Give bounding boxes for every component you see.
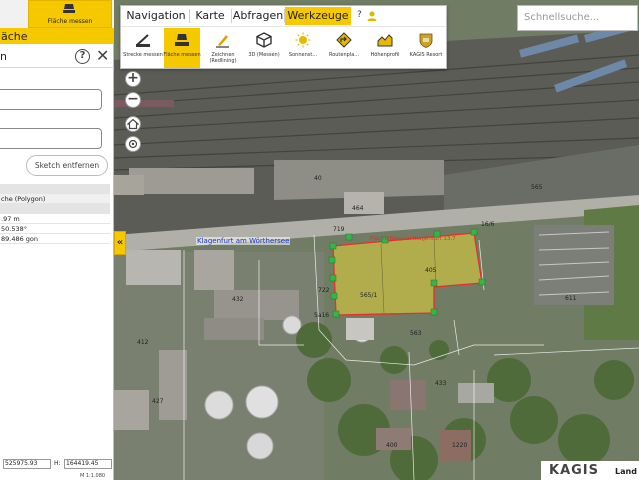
search-input[interactable]: Schnellsuche... (517, 5, 638, 31)
tool-label: Strecke messen (123, 52, 163, 58)
parcel-number: 427 (152, 398, 164, 405)
results-header (0, 184, 110, 194)
tool-label: Fläche messen (163, 52, 201, 58)
results-row: 89.486 gon (0, 234, 110, 244)
zoom-out-button[interactable]: − (125, 92, 141, 108)
parcel-number: 611 (565, 295, 577, 302)
panel-header: äche (0, 28, 114, 44)
h-label: H: (54, 460, 61, 467)
search-placeholder: Schnellsuche... (524, 12, 600, 23)
results-table: che (Polygon) .97 m 50.538° 89.486 gon (0, 184, 110, 244)
toolbar-tabs: Navigation Karte Abfragen Werkzeuge ? (121, 6, 446, 26)
tool-kagis-resort[interactable]: KAGIS Resort (408, 28, 444, 68)
area-icon (63, 4, 75, 13)
pencil-icon (216, 35, 229, 48)
panel-title: n (0, 50, 7, 63)
tab-label: Fläche messen (47, 18, 93, 25)
street-label: Klagenfurt am Wörthersee (196, 237, 291, 245)
parcel-number: 432 (232, 296, 244, 303)
parcel-number: 433 (435, 380, 447, 387)
tool-label: Höhenprofil (370, 52, 400, 58)
toolbar-tools: Strecke messen Fläche messen Zeichnen (R… (121, 26, 446, 69)
user-icon[interactable] (366, 10, 378, 22)
tool-3d-messen[interactable]: 3D (Messen) (246, 28, 282, 68)
tool-label: KAGIS Resort (409, 52, 443, 58)
tool-strecke-messen[interactable]: Strecke messen (123, 28, 163, 68)
measure-input-1[interactable] (0, 89, 102, 110)
cube-icon (256, 32, 272, 48)
x-coordinate: 525975.93 (3, 459, 51, 469)
zoom-in-button[interactable]: + (125, 71, 141, 87)
parcel-number: 464 (352, 205, 364, 212)
left-panel: Fläche messen äche n ? ✕ Sketch entferne… (0, 0, 114, 480)
parcel-number: 565 (531, 184, 543, 191)
panel-header-text: äche (1, 30, 28, 43)
logo-brand: KAGIS (549, 463, 600, 478)
tool-label: Sonnenst... (288, 52, 318, 58)
toolbar: Navigation Karte Abfragen Werkzeuge ? St… (120, 5, 447, 69)
area-icon (175, 34, 189, 46)
results-header (0, 204, 110, 214)
ruler-icon (136, 34, 150, 47)
panel-tab-bar: Fläche messen (0, 0, 114, 28)
tool-label: 3D (Messen) (248, 52, 280, 58)
tool-label: Routenpla... (328, 52, 360, 58)
kagis-logo: KAGIS Land (541, 461, 639, 480)
home-icon (126, 118, 140, 130)
tool-sonnenstand[interactable]: Sonnenst... (285, 28, 321, 68)
locate-button[interactable] (125, 136, 141, 152)
tool-flaeche-messen[interactable]: Fläche messen (163, 28, 201, 68)
tool-label: Zeichnen (Redlining) (209, 52, 237, 64)
logo-suffix: Land (615, 467, 637, 476)
measure-input-2[interactable] (0, 128, 102, 149)
scale-text: M 1:1.080 (80, 473, 106, 479)
help-icon[interactable]: ? (75, 49, 90, 64)
sun-icon (295, 32, 311, 48)
coordinate-bar: 525975.93 H: 164419.45 M 1:1.080 (0, 456, 114, 480)
parcel-number: 722 (318, 287, 330, 294)
panel-titlebar: n ? ✕ (0, 46, 114, 68)
parcel-number: 5a16 (314, 312, 330, 319)
parcel-number: 405 (425, 267, 437, 274)
tool-zeichnen[interactable]: Zeichnen (Redlining) (205, 28, 241, 68)
results-row: 50.538° (0, 224, 110, 234)
collapse-panel-button[interactable]: « (114, 231, 126, 255)
tab-abfragen[interactable]: Abfragen (232, 7, 284, 25)
remove-sketch-button[interactable]: Sketch entfernen (26, 155, 108, 176)
results-row: che (Polygon) (0, 194, 110, 204)
profile-icon (377, 34, 393, 47)
parcel-number: 565/1 (360, 292, 378, 299)
parcel-number: 16/6 (481, 221, 495, 228)
home-button[interactable] (125, 116, 141, 132)
parcel-number: 40 (314, 175, 322, 182)
tab-navigation[interactable]: Navigation (124, 7, 188, 25)
close-icon[interactable]: ✕ (96, 48, 109, 64)
route-icon (336, 32, 352, 48)
parcel-number: 1220 (452, 442, 468, 449)
tool-hoehenprofil[interactable]: Höhenprofil (367, 28, 403, 68)
tool-routenplaner[interactable]: Routenpla... (326, 28, 362, 68)
crest-icon (419, 33, 433, 48)
parcel-number: 400 (386, 442, 398, 449)
help-icon[interactable]: ? (357, 10, 362, 20)
h-coordinate: 164419.45 (64, 459, 112, 469)
measure-label: Fläche Beispiel Klagenfurt 13.7 (370, 236, 456, 242)
tab-karte[interactable]: Karte (190, 7, 230, 25)
tab-werkzeuge[interactable]: Werkzeuge (285, 7, 351, 25)
parcel-number: 563 (410, 330, 422, 337)
results-row: .97 m (0, 214, 110, 224)
parcel-number: 719 (333, 226, 345, 233)
parcel-number: 412 (137, 339, 149, 346)
target-icon (128, 139, 138, 149)
